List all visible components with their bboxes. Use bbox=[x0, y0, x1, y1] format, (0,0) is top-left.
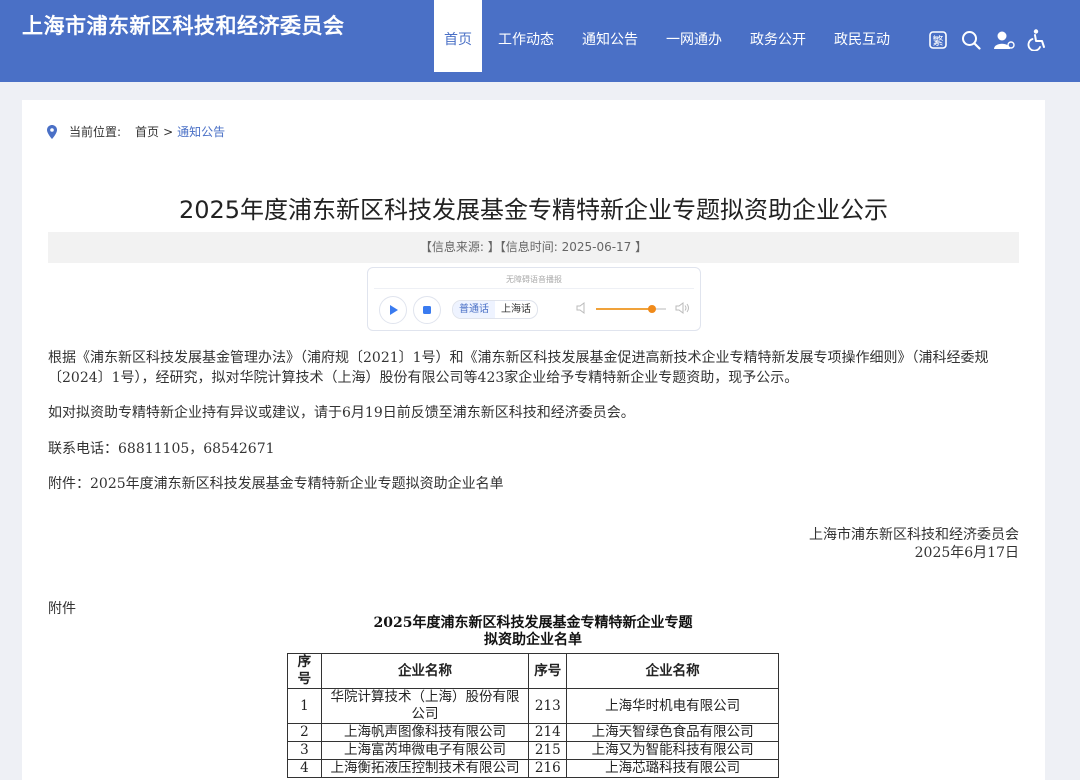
main-nav: 首页 工作动态 通知公告 一网通办 政务公开 政民互动 bbox=[434, 0, 904, 72]
table-cell: 上海华时机电有限公司 bbox=[566, 688, 779, 724]
nav-gov-affairs[interactable]: 政务公开 bbox=[736, 0, 820, 72]
svg-text:繁: 繁 bbox=[933, 34, 944, 48]
breadcrumb: 当前位置: 首页 > 通知公告 bbox=[47, 123, 225, 140]
play-button[interactable] bbox=[379, 296, 407, 324]
search-icon[interactable] bbox=[960, 29, 982, 51]
volume-slider-fill bbox=[596, 308, 652, 310]
nav-work-news[interactable]: 工作动态 bbox=[484, 0, 568, 72]
list-title-line1: 2025年度浦东新区科技发展基金专精特新企业专题 bbox=[373, 615, 693, 631]
player-divider bbox=[374, 288, 694, 289]
table-header-row: 序号 企业名称 序号 企业名称 bbox=[287, 653, 779, 689]
volume-high-icon[interactable] bbox=[675, 302, 691, 314]
audio-player: 无障碍语音播报 普通话 上海话 bbox=[367, 267, 701, 331]
user-icon[interactable] bbox=[993, 29, 1015, 51]
column-header: 企业名称 bbox=[320, 653, 530, 689]
volume-slider[interactable] bbox=[596, 305, 666, 313]
table-cell: 214 bbox=[528, 723, 568, 742]
table-row: 4 上海衡拓液压控制技术有限公司 216 上海芯璐科技有限公司 bbox=[287, 759, 779, 778]
table-cell: 上海芯璐科技有限公司 bbox=[566, 759, 779, 778]
table-row: 1 华院计算技术（上海）股份有限公司 213 上海华时机电有限公司 bbox=[287, 688, 779, 724]
site-header: 上海市浦东新区科技和经济委员会 首页 工作动态 通知公告 一网通办 政务公开 政… bbox=[0, 0, 1080, 82]
nav-interaction[interactable]: 政民互动 bbox=[820, 0, 904, 72]
table-cell: 华院计算技术（上海）股份有限公司 bbox=[320, 688, 530, 724]
table-cell: 2 bbox=[287, 723, 322, 742]
table-cell: 215 bbox=[528, 741, 568, 760]
signature: 上海市浦东新区科技和经济委员会 2025年6月17日 bbox=[809, 526, 1019, 562]
column-header: 序号 bbox=[528, 653, 568, 689]
language-toggle: 普通话 上海话 bbox=[452, 300, 538, 319]
lang-shanghainese[interactable]: 上海话 bbox=[495, 301, 537, 318]
table-cell: 4 bbox=[287, 759, 322, 778]
article-paragraph: 如对拟资助专精特新企业持有异议或建议，请于6月19日前反馈至浦东新区科技和经济委… bbox=[48, 405, 635, 421]
play-icon bbox=[390, 305, 398, 315]
table-row: 2 上海帆声图像科技有限公司 214 上海天智绿色食品有限公司 bbox=[287, 723, 779, 742]
table-cell: 上海又为智能科技有限公司 bbox=[566, 741, 779, 760]
list-title-line2: 拟资助企业名单 bbox=[484, 632, 582, 648]
signature-date: 2025年6月17日 bbox=[914, 545, 1019, 561]
breadcrumb-home[interactable]: 首页 bbox=[135, 123, 159, 140]
lang-mandarin[interactable]: 普通话 bbox=[453, 301, 495, 318]
volume-low-icon[interactable] bbox=[576, 302, 588, 314]
article-title: 2025年度浦东新区科技发展基金专精特新企业专题拟资助企业公示 bbox=[178, 196, 889, 224]
site-title[interactable]: 上海市浦东新区科技和经济委员会 bbox=[22, 10, 345, 40]
accessibility-icon[interactable] bbox=[1026, 29, 1048, 51]
table-cell: 1 bbox=[287, 688, 322, 724]
breadcrumb-label: 当前位置: bbox=[69, 125, 122, 139]
breadcrumb-separator: > bbox=[163, 124, 174, 139]
company-table: 序号 企业名称 序号 企业名称 1 华院计算技术（上海）股份有限公司 213 上… bbox=[287, 653, 779, 778]
attachment-label: 附件 bbox=[48, 601, 76, 617]
stop-icon bbox=[423, 306, 431, 314]
header-tools: 繁 bbox=[927, 29, 1048, 51]
table-cell: 上海天智绿色食品有限公司 bbox=[566, 723, 779, 742]
article-meta: 【信息来源: 】【信息时间: 2025-06-17 】 bbox=[48, 232, 1019, 263]
volume-slider-knob[interactable] bbox=[648, 305, 656, 313]
column-header: 企业名称 bbox=[566, 653, 779, 689]
breadcrumb-current[interactable]: 通知公告 bbox=[177, 123, 225, 140]
table-cell: 216 bbox=[528, 759, 568, 778]
content-card: 当前位置: 首页 > 通知公告 2025年度浦东新区科技发展基金专精特新企业专题… bbox=[22, 100, 1045, 780]
traditional-chinese-icon[interactable]: 繁 bbox=[927, 29, 949, 51]
table-cell: 213 bbox=[528, 688, 568, 724]
table-cell: 3 bbox=[287, 741, 322, 760]
stop-button[interactable] bbox=[413, 296, 441, 324]
table-cell: 上海衡拓液压控制技术有限公司 bbox=[320, 759, 530, 778]
nav-notices[interactable]: 通知公告 bbox=[568, 0, 652, 72]
table-row: 3 上海富芮坤微电子有限公司 215 上海又为智能科技有限公司 bbox=[287, 741, 779, 760]
table-cell: 上海富芮坤微电子有限公司 bbox=[320, 741, 530, 760]
article-paragraph: 根据《浦东新区科技发展基金管理办法》（浦府规〔2021〕1号）和《浦东新区科技发… bbox=[48, 350, 989, 386]
attachment-note: 附件：2025年度浦东新区科技发展基金专精特新企业专题拟资助企业名单 bbox=[48, 476, 504, 492]
table-cell: 上海帆声图像科技有限公司 bbox=[320, 723, 530, 742]
contact-phone: 联系电话：68811105，68542671 bbox=[48, 441, 275, 457]
column-header: 序号 bbox=[287, 653, 322, 689]
nav-one-stop[interactable]: 一网通办 bbox=[652, 0, 736, 72]
signature-org: 上海市浦东新区科技和经济委员会 bbox=[809, 527, 1019, 543]
nav-home[interactable]: 首页 bbox=[434, 0, 482, 72]
player-label: 无障碍语音播报 bbox=[506, 275, 562, 284]
location-pin-icon bbox=[47, 124, 57, 139]
list-title: 2025年度浦东新区科技发展基金专精特新企业专题 拟资助企业名单 bbox=[287, 615, 779, 649]
